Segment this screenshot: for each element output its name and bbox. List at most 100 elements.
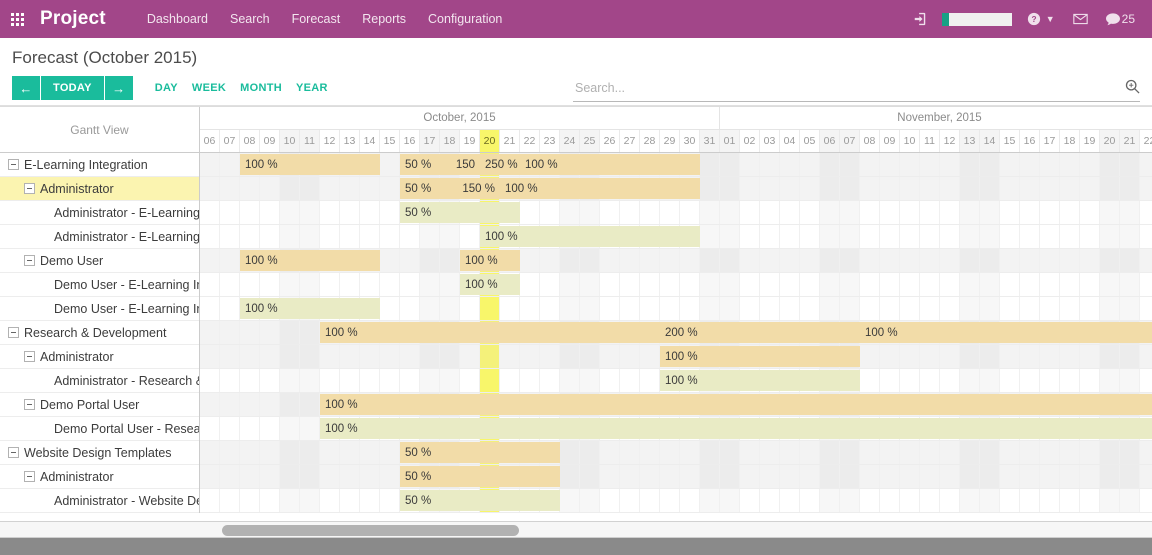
- nav-link-search[interactable]: Search: [219, 0, 281, 38]
- search-input[interactable]: [573, 81, 1125, 98]
- gantt-bar[interactable]: 100 %: [500, 178, 700, 199]
- gantt-grid-cell: [380, 273, 400, 296]
- gantt-grid-cell: [840, 297, 860, 320]
- gantt-row-label[interactable]: Demo User - E-Learning Integration: [0, 273, 199, 297]
- gantt-grid-cell: [760, 297, 780, 320]
- gantt-grid-cell: [920, 249, 940, 272]
- gantt-grid-cell: [380, 225, 400, 248]
- gantt-grid-cell: [700, 441, 720, 464]
- today-button[interactable]: TODAY: [41, 76, 104, 100]
- gantt-bar[interactable]: 250 %: [480, 154, 520, 175]
- gantt-bar[interactable]: 100 %: [660, 346, 860, 367]
- gantt-bar-label: 50 %: [405, 446, 432, 459]
- gantt-bar[interactable]: 100 %: [520, 154, 700, 175]
- nav-link-configuration[interactable]: Configuration: [417, 0, 513, 38]
- gantt-bar[interactable]: 100 %: [460, 274, 520, 295]
- gantt-grid-cell: [480, 345, 500, 368]
- horizontal-scrollbar-thumb[interactable]: [222, 525, 519, 536]
- gantt-grid-cell: [1120, 369, 1140, 392]
- gantt-row-label[interactable]: Demo Portal User: [0, 393, 199, 417]
- search-icon[interactable]: [1125, 79, 1140, 101]
- gantt-grid-cell: [740, 465, 760, 488]
- gantt-row-label[interactable]: Research & Development: [0, 321, 199, 345]
- gantt-bar[interactable]: 100 %: [480, 226, 700, 247]
- nav-link-reports[interactable]: Reports: [351, 0, 417, 38]
- gantt-row-label[interactable]: Administrator: [0, 177, 199, 201]
- gantt-row-label[interactable]: Administrator - Research & Development: [0, 369, 199, 393]
- gantt-grid-cell: [560, 201, 580, 224]
- gantt-grid-cell: [720, 225, 740, 248]
- gantt-grid-cell: [760, 201, 780, 224]
- gantt-bar[interactable]: 100 %: [320, 394, 1152, 415]
- scale-week[interactable]: WEEK: [192, 82, 226, 94]
- timeline-day-cell: 29: [660, 130, 680, 152]
- scale-month[interactable]: MONTH: [240, 82, 282, 94]
- gantt-chart: Gantt View E-Learning Integration Adminis…: [0, 106, 1152, 521]
- gantt-grid-cell: [340, 177, 360, 200]
- gantt-bar[interactable]: 50 % 150 %: [400, 178, 500, 199]
- gantt-bar[interactable]: 200 %: [660, 322, 860, 343]
- gantt-bar[interactable]: 100 %: [240, 154, 380, 175]
- gantt-row-label[interactable]: Website Design Templates: [0, 441, 199, 465]
- gantt-bar[interactable]: 100 %: [460, 250, 520, 271]
- timeline-day-cell: 07: [220, 130, 240, 152]
- gantt-bar[interactable]: 100 %: [240, 298, 380, 319]
- chat-icon[interactable]: 25: [1097, 0, 1144, 38]
- gantt-grid-cell: [880, 441, 900, 464]
- sign-in-icon[interactable]: [904, 0, 936, 38]
- gantt-timeline-row: 100 %: [200, 393, 1152, 417]
- collapse-icon[interactable]: [24, 351, 35, 362]
- collapse-icon[interactable]: [24, 471, 35, 482]
- gantt-row-label[interactable]: Demo User: [0, 249, 199, 273]
- gantt-row-label[interactable]: Administrator - Website Design Templates: [0, 489, 199, 513]
- gantt-grid-cell: [940, 153, 960, 176]
- gantt-row-label[interactable]: Demo User - E-Learning Integration: [0, 297, 199, 321]
- scale-day[interactable]: DAY: [155, 82, 178, 94]
- gantt-grid-cell: [1060, 297, 1080, 320]
- gantt-row-label[interactable]: Administrator: [0, 465, 199, 489]
- gantt-bar[interactable]: 100 %: [320, 322, 660, 343]
- mail-icon[interactable]: [1064, 0, 1097, 38]
- gantt-bar[interactable]: 50 % 150: [400, 154, 480, 175]
- help-icon[interactable]: ? ▼: [1018, 0, 1064, 38]
- collapse-icon[interactable]: [8, 327, 19, 338]
- gantt-grid-cell: [200, 153, 220, 176]
- gantt-grid-cell: [340, 441, 360, 464]
- collapse-icon[interactable]: [8, 447, 19, 458]
- gantt-bar[interactable]: 100 %: [860, 322, 1152, 343]
- prev-period-button[interactable]: ←: [12, 76, 40, 100]
- horizontal-scrollbar[interactable]: [0, 521, 1152, 538]
- chat-count: 25: [1121, 12, 1135, 26]
- collapse-icon[interactable]: [8, 159, 19, 170]
- gantt-row-label[interactable]: Administrator - E-Learning Integration: [0, 201, 199, 225]
- gantt-bar[interactable]: 100 %: [240, 250, 380, 271]
- gantt-bar[interactable]: 100 %: [660, 370, 860, 391]
- gantt-bar[interactable]: 50 %: [400, 442, 560, 463]
- gantt-grid-cell: [220, 297, 240, 320]
- next-period-button[interactable]: →: [104, 76, 133, 100]
- nav-link-dashboard[interactable]: Dashboard: [136, 0, 219, 38]
- gantt-grid-cell: [1020, 489, 1040, 512]
- gantt-grid-cell: [540, 369, 560, 392]
- collapse-icon[interactable]: [24, 399, 35, 410]
- gantt-grid-cell: [1140, 153, 1152, 176]
- gantt-grid-cell: [460, 225, 480, 248]
- gantt-row-label[interactable]: Administrator: [0, 345, 199, 369]
- gantt-grid-cell: [380, 201, 400, 224]
- apps-grid-icon[interactable]: [0, 0, 34, 38]
- gantt-bar[interactable]: 50 %: [400, 466, 560, 487]
- gantt-grid-cell: [1020, 153, 1040, 176]
- gantt-row-label[interactable]: Demo Portal User - Research & Developmen…: [0, 417, 199, 441]
- collapse-icon[interactable]: [24, 255, 35, 266]
- nav-link-forecast[interactable]: Forecast: [281, 0, 352, 38]
- gantt-bar[interactable]: 100 %: [320, 418, 1152, 439]
- gantt-row-label[interactable]: Administrator - E-Learning Integration: [0, 225, 199, 249]
- collapse-icon[interactable]: [24, 183, 35, 194]
- gantt-bar[interactable]: 50 %: [400, 490, 560, 511]
- gantt-grid-cell: [700, 465, 720, 488]
- scale-year[interactable]: YEAR: [296, 82, 328, 94]
- gantt-grid-cell: [820, 465, 840, 488]
- gantt-row-label[interactable]: E-Learning Integration: [0, 153, 199, 177]
- gantt-grid-cell: [360, 441, 380, 464]
- gantt-bar[interactable]: 50 %: [400, 202, 520, 223]
